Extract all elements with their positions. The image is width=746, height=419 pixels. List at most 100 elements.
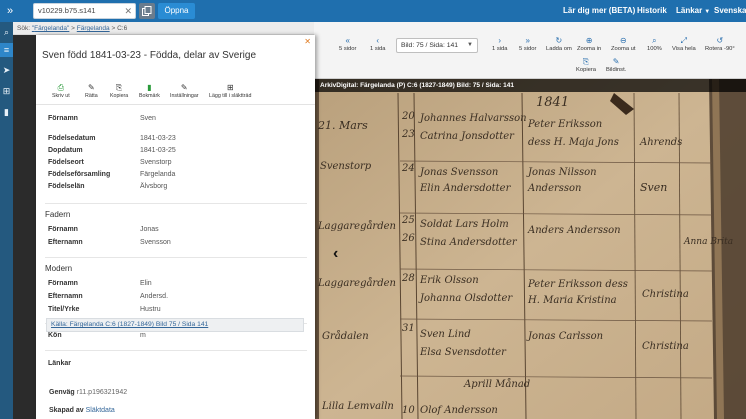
previous-image-icon[interactable]: ‹ — [333, 245, 338, 263]
ledger-text: Olof Andersson — [420, 405, 498, 416]
ledger-text: Grådalen — [322, 331, 369, 342]
ledger-text: Svenstorp — [320, 161, 372, 172]
close-icon[interactable]: ✕ — [304, 37, 311, 46]
breadcrumb-parish[interactable]: Färgelanda — [77, 25, 110, 32]
copy-icon — [142, 6, 152, 16]
bookmark-icon[interactable]: ▮ — [0, 105, 13, 119]
open-button[interactable]: Öppna — [158, 3, 195, 19]
ledger-text: Sven — [640, 181, 668, 194]
divider — [45, 350, 307, 351]
ledger-text: Anders Andersson — [528, 225, 621, 236]
add-to-tree-button[interactable]: ⊞ Lägg till i släktträd — [209, 83, 251, 99]
copy-reference-button[interactable] — [139, 3, 155, 19]
ledger-text: Ahrends — [640, 137, 683, 148]
ledger-text: Christina — [642, 341, 689, 352]
copy-record-button[interactable]: ⎘ Kopiera — [110, 83, 128, 99]
ledger-text: 20 — [402, 111, 415, 122]
forward-one-page-button[interactable]: › 1 sida — [492, 36, 507, 52]
zoom-out-icon: ⊖ — [619, 36, 627, 45]
reload-icon: ↻ — [555, 36, 563, 45]
print-button[interactable]: ⎙ Skriv ut — [52, 83, 70, 99]
ledger-text: Christina — [642, 289, 689, 300]
ledger-text: 24 — [402, 163, 415, 174]
sidebar-toggle-icon[interactable]: » — [3, 4, 17, 18]
nav-links-label: Länkar — [676, 6, 703, 15]
rotate-icon: ↺ — [716, 36, 724, 45]
ledger-text: Erik Olsson — [420, 275, 479, 286]
zoom-in-button[interactable]: ⊕ Zooma in — [577, 36, 601, 52]
copy-image-button[interactable]: ⎘ Kopiera — [576, 57, 596, 73]
image-viewer[interactable]: ArkivDigital: Färgelanda (P) C:6 (1827-1… — [314, 79, 746, 419]
image-settings-button[interactable]: ✎ Bildinst. — [606, 57, 626, 73]
reload-button[interactable]: ↻ Ladda om — [546, 36, 572, 52]
record-detail-panel: ✕ Sven född 1841-03-23 - Födda, delar av… — [36, 35, 315, 419]
chevron-down-icon: ▼ — [467, 42, 473, 48]
nav-learn-more[interactable]: Lär dig mer (BETA) — [563, 0, 635, 22]
rotate-button[interactable]: ↺ Rotera -90° — [705, 36, 735, 52]
source-link[interactable]: Källa: Färgelanda C:6 (1827-1849) Bild 7… — [51, 321, 208, 328]
zoom-out-button[interactable]: ⊖ Zooma ut — [611, 36, 636, 52]
breadcrumb-prefix: Sök: — [17, 25, 31, 32]
actual-size-button[interactable]: ⌕ 100% — [647, 36, 662, 52]
bookmark-button[interactable]: ▮ Bokmärk — [139, 83, 160, 99]
fit-page-button[interactable]: ⤢ Visa hela — [672, 36, 696, 52]
ledger-text: Andersson — [528, 183, 582, 194]
settings-button[interactable]: ✎ Inställningar — [170, 83, 199, 99]
record-title: Sven född 1841-03-23 - Födda, delar av S… — [42, 50, 257, 61]
created-by-line: Skapad av Släktdata — [49, 407, 115, 414]
ledger-text: Johanna Olsdotter — [420, 293, 513, 304]
ledger-text: Elsa Svensdotter — [420, 347, 506, 358]
family-tree-icon: ⊞ — [226, 83, 234, 92]
ledger-text: Anna Brita — [684, 237, 734, 247]
ledger-text: Lilla Lemvalln — [322, 401, 394, 412]
ledger-text: 25 — [402, 215, 415, 226]
copy-icon: ⎘ — [115, 83, 123, 92]
ledger-text: Aprill Månad — [464, 379, 531, 390]
ledger-page-image — [314, 79, 746, 419]
left-icon-rail: ⌕ ≡ ➤ ⊞ ▮ — [0, 22, 13, 419]
back-five-pages-button[interactable]: «5 sidor — [339, 36, 356, 52]
clear-search-icon[interactable]: ✕ — [124, 4, 132, 18]
chevron-right-icon: › — [498, 36, 502, 45]
ledger-text: Jonas Carlsson — [528, 331, 604, 342]
chevron-down-icon: ▼ — [704, 9, 711, 15]
forward-five-pages-button[interactable]: » 5 sidor — [519, 36, 536, 52]
bookmark-icon: ▮ — [147, 83, 152, 92]
wrench-icon: ✎ — [180, 83, 188, 92]
ledger-text: 21. Mars — [318, 119, 368, 132]
created-by-link[interactable]: Släktdata — [86, 407, 115, 414]
magnify-icon: ⌕ — [652, 36, 657, 45]
search-icon[interactable]: ⌕ — [0, 25, 13, 39]
family-tree-icon[interactable]: ⊞ — [0, 84, 13, 98]
ledger-text: Peter Eriksson — [528, 119, 603, 130]
ledger-text: Elin Andersdotter — [420, 183, 511, 194]
nav-links-menu[interactable]: Länkar ▼ — [676, 0, 710, 22]
page-select-value: Bild: 75 / Sida: 141 — [401, 42, 459, 49]
navigate-icon[interactable]: ➤ — [0, 63, 13, 77]
page-select[interactable]: Bild: 75 / Sida: 141 ▼ — [396, 38, 478, 53]
nav-language-menu[interactable]: Svenska — [714, 0, 746, 22]
ledger-text: Laggaregården — [318, 278, 396, 289]
viewer-toolbar: «5 sidor ‹ 1 sida Bild: 75 / Sida: 141 ▼ ›… — [314, 22, 746, 79]
top-navigation-bar: » v10229.b75.s141 ✕ Öppna Lär dig mer (B… — [0, 0, 746, 22]
divider — [45, 203, 307, 204]
breadcrumb-volume: C:6 — [117, 25, 128, 32]
ledger-text: H. Maria Kristina — [528, 295, 617, 306]
ledger-text: 23 — [402, 129, 415, 140]
divider — [45, 257, 307, 258]
ledger-text: 10 — [402, 405, 415, 416]
breadcrumb-search-term[interactable]: "Färgelanda" — [32, 25, 70, 32]
nav-history[interactable]: Historik — [637, 0, 667, 22]
ledger-text: Catrina Jonsdotter — [420, 131, 514, 142]
correct-button[interactable]: ✎ Rätta — [85, 83, 98, 99]
chevron-left-icon: ‹ — [376, 36, 380, 45]
ledger-text: dess H. Maja Jons — [528, 137, 619, 148]
back-one-page-button[interactable]: ‹ 1 sida — [370, 36, 385, 52]
father-heading: Fadern — [45, 210, 71, 219]
double-chevron-left-icon: « — [345, 36, 350, 45]
search-input-value[interactable]: v10229.b75.s141 — [38, 6, 96, 15]
search-input[interactable]: v10229.b75.s141 ✕ — [33, 3, 136, 19]
shortcut-value: r11.p196321942 — [76, 389, 128, 396]
ledger-text: Johannes Halvarsson — [420, 113, 527, 124]
list-view-icon[interactable]: ≡ — [0, 43, 13, 57]
